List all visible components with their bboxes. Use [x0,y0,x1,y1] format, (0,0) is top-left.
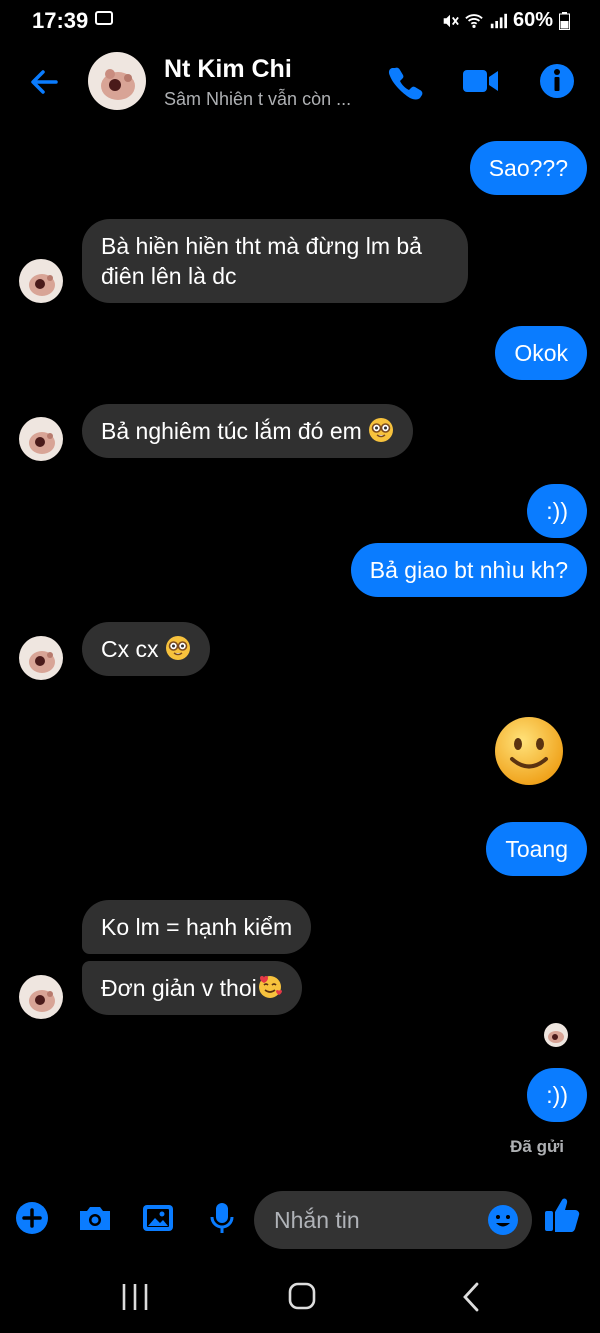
screenshot-icon [95,11,113,25]
status-indicators: 60% [441,9,570,32]
message-input-placeholder: Nhắn tin [274,1207,360,1233]
delivery-status: Đã gửi [510,1137,564,1156]
contact-avatar-small [19,259,63,303]
emoji-icon[interactable] [486,1203,520,1237]
smiling-face-with-hearts-icon [258,976,282,998]
back-arrow-icon[interactable] [28,66,60,98]
sent-message[interactable]: Okok [495,326,587,380]
microphone-icon[interactable] [204,1200,240,1236]
sent-message[interactable]: Bả giao bt nhìu kh? [350,543,587,597]
sent-message[interactable]: Sao??? [469,141,587,195]
info-icon[interactable] [538,62,576,100]
contact-status: Sâm Nhiên t vẫn còn ... [164,89,352,109]
mute-icon [443,14,459,27]
received-message[interactable]: Cx cx [82,622,210,676]
video-call-icon[interactable] [461,62,499,100]
seen-avatar [544,1023,568,1047]
nerd-face-icon [165,636,190,660]
status-time: 17:39 [32,8,89,33]
signal-icon [490,13,507,28]
nerd-face-icon [368,418,393,442]
received-message[interactable]: Ko lm = hạnh kiểm [82,900,312,954]
received-message[interactable]: Bả nghiêm túc lắm đó em [82,404,413,458]
slightly-smiling-face-icon[interactable] [494,716,564,786]
plus-icon[interactable] [14,1200,50,1236]
gallery-icon[interactable] [140,1200,176,1236]
message-text: Bả nghiêm túc lắm đó em [101,418,362,444]
recent-apps-icon[interactable] [120,1278,150,1316]
nav-back-icon[interactable] [458,1278,482,1316]
battery-percent: 60% [512,9,553,31]
message-text: Đơn giản v thoi [101,975,257,1001]
sent-message[interactable]: Toang [486,822,587,876]
contact-avatar-small [19,636,63,680]
message-text: Cx cx [101,636,159,662]
sent-message[interactable]: :)) [527,1068,587,1122]
battery-icon [559,11,570,30]
wifi-icon [465,13,483,28]
contact-avatar[interactable] [88,52,146,110]
contact-name[interactable]: Nt Kim Chi [164,55,292,84]
received-message[interactable]: Đơn giản v thoi [82,961,302,1015]
contact-avatar-small [19,975,63,1019]
thumbs-up-icon[interactable] [543,1194,581,1234]
phone-icon[interactable] [386,62,424,100]
sent-message[interactable]: :)) [527,484,587,538]
contact-avatar-small [19,417,63,461]
home-icon[interactable] [287,1278,317,1316]
camera-icon[interactable] [77,1200,113,1236]
received-message[interactable]: Bà hiền hiền tht mà đừng lm bả điên lên … [82,219,468,303]
